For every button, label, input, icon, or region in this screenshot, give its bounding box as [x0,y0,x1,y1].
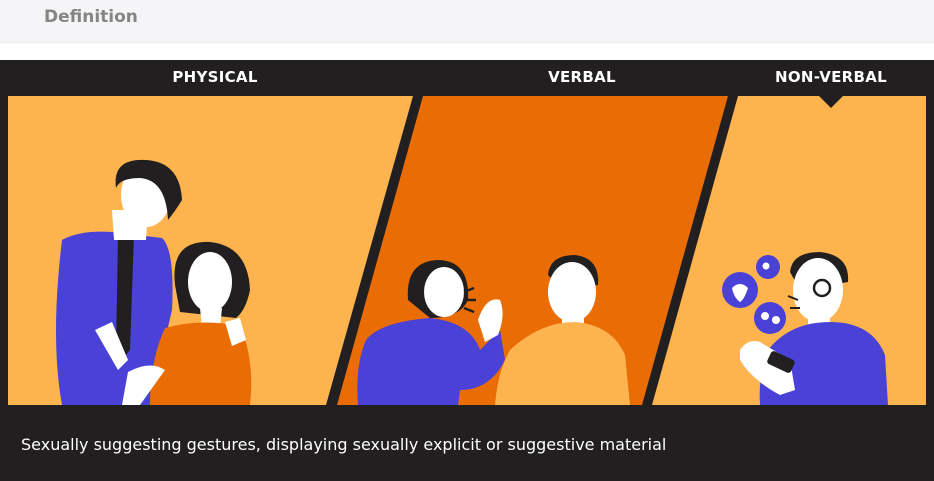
definition-description: Sexually suggesting gestures, displaying… [21,435,667,454]
harassment-types-illustration [8,96,926,405]
section-title: Definition [44,7,138,27]
tab-non-verbal[interactable]: NON-VERBAL [775,68,887,86]
harassment-types-card: PHYSICAL VERBAL NON-VERBAL Sexually sugg… [0,60,934,481]
tab-verbal[interactable]: VERBAL [548,68,616,86]
section-header: Definition [0,0,934,43]
tab-physical[interactable]: PHYSICAL [172,68,257,86]
